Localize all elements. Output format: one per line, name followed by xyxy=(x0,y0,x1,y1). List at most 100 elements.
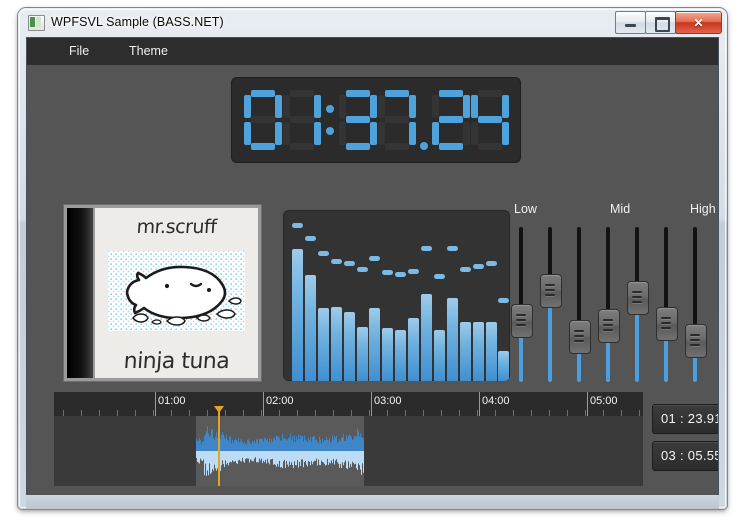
position-spinner[interactable]: 01 : 23.91 xyxy=(652,404,719,434)
waveform-panel[interactable]: 01:00 02:00 03:00 04:00 05:00 xyxy=(54,392,643,486)
spectrum-bar xyxy=(330,307,342,381)
duration-spinner[interactable]: 03 : 05.55 xyxy=(652,441,719,471)
eq-thumb[interactable] xyxy=(511,304,533,338)
spectrum-bar xyxy=(433,330,445,381)
duration-spinner-value: 03 : 05.55 xyxy=(661,448,719,463)
ruler-label: 01:00 xyxy=(158,395,186,407)
window-frame: WPFSVL Sample (BASS.NET) ✕ File Theme mr… xyxy=(18,8,727,509)
spectrum-peak xyxy=(369,256,381,261)
waveform-selection-right xyxy=(364,416,643,486)
timeline-ruler[interactable]: 01:00 02:00 03:00 04:00 05:00 xyxy=(54,392,643,417)
spectrum-peak xyxy=(304,236,316,241)
spectrum-bar xyxy=(459,322,471,381)
album-artist-text: mr.scruff xyxy=(135,216,218,238)
spectrum-peak xyxy=(472,264,484,269)
album-title-text: ninja tuna xyxy=(122,349,231,374)
ruler-label: 05:00 xyxy=(590,395,618,407)
spectrum-peak xyxy=(382,270,394,275)
app-icon xyxy=(28,15,45,31)
position-spinner-value: 01 : 23.91 xyxy=(661,411,719,426)
menu-bar: File Theme xyxy=(27,38,718,65)
spectrum-bar xyxy=(485,322,497,381)
spectrum-bar xyxy=(408,318,420,381)
spectrum-bar xyxy=(498,351,510,381)
clock-decimal-point xyxy=(417,90,431,150)
ruler-label: 04:00 xyxy=(482,395,510,407)
spectrum-bar xyxy=(382,328,394,381)
menu-item-file[interactable]: File xyxy=(57,38,101,65)
spectrum-peak xyxy=(421,246,432,251)
eq-thumb[interactable] xyxy=(569,320,591,354)
eq-label-mid: Mid xyxy=(610,202,631,216)
maximize-button[interactable] xyxy=(645,11,676,34)
spectrum-peak xyxy=(446,246,458,251)
eq-thumb[interactable] xyxy=(540,274,562,308)
eq-slider-6[interactable] xyxy=(656,227,678,382)
status-bar xyxy=(26,495,719,509)
spectrum-peak xyxy=(343,261,355,266)
eq-slider-5[interactable] xyxy=(627,227,649,382)
close-button[interactable]: ✕ xyxy=(675,11,722,34)
spectrum-peak xyxy=(433,274,445,279)
spectrum-peak xyxy=(317,251,329,256)
eq-slider-4[interactable] xyxy=(598,227,620,382)
spectrum-bar xyxy=(292,249,303,381)
eq-thumb[interactable] xyxy=(627,281,649,315)
menu-item-theme[interactable]: Theme xyxy=(117,38,180,65)
spectrum-peak xyxy=(356,267,368,272)
spectrum-bar xyxy=(446,298,458,381)
album-spine xyxy=(67,208,93,378)
spectrum-bar xyxy=(369,308,381,381)
eq-thumb[interactable] xyxy=(598,309,620,343)
eq-label-low: Low xyxy=(514,202,537,216)
digital-clock-display xyxy=(231,77,521,163)
close-icon: ✕ xyxy=(693,15,704,30)
spectrum-bar xyxy=(472,322,484,381)
title-bar[interactable]: WPFSVL Sample (BASS.NET) ✕ xyxy=(18,8,727,37)
spectrum-peak xyxy=(498,298,510,303)
clock-digit-3 xyxy=(338,90,377,150)
spectrum-peak xyxy=(459,267,471,272)
window-controls: ✕ xyxy=(615,11,722,34)
spectrum-bars xyxy=(292,216,510,381)
playhead[interactable] xyxy=(218,406,220,486)
spectrum-peak xyxy=(330,259,342,264)
clock-colon-2 xyxy=(322,90,338,150)
spectrum-peak xyxy=(485,261,497,266)
eq-slider-7[interactable] xyxy=(685,227,707,382)
equalizer-panel: Low Mid High xyxy=(511,202,718,384)
spectrum-peak xyxy=(292,223,303,228)
clock-digit-7 xyxy=(470,90,509,150)
clock-digit-4 xyxy=(377,90,416,150)
eq-thumb[interactable] xyxy=(685,324,707,358)
minimize-button[interactable] xyxy=(615,11,646,34)
spectrum-peak xyxy=(408,269,420,274)
ruler-label: 02:00 xyxy=(266,395,294,407)
eq-slider-2[interactable] xyxy=(540,227,562,382)
window-title: WPFSVL Sample (BASS.NET) xyxy=(51,15,224,29)
spectrum-bar xyxy=(395,330,407,381)
spectrum-peak xyxy=(395,272,407,277)
maximize-icon xyxy=(655,17,670,32)
album-cover: mr.scruff ninja tuna xyxy=(95,208,258,378)
spectrum-bar xyxy=(317,308,329,381)
clock-digit-1 xyxy=(282,90,321,150)
client-area: File Theme mr.scruff ninja tuna Low Mid … xyxy=(26,37,719,501)
spectrum-bar xyxy=(343,312,355,381)
spectrum-bar xyxy=(421,294,432,381)
eq-slider-1[interactable] xyxy=(511,227,533,382)
waveform-display[interactable] xyxy=(54,416,643,486)
spectrum-bar xyxy=(304,275,316,381)
album-illustration xyxy=(105,248,248,334)
spectrum-bar xyxy=(356,327,368,381)
eq-thumb[interactable] xyxy=(656,307,678,341)
clock-digits xyxy=(231,77,521,163)
ruler-label: 03:00 xyxy=(374,395,402,407)
waveform-selection-left xyxy=(54,416,196,486)
tuna-fish-icon xyxy=(108,251,245,331)
album-art-case: mr.scruff ninja tuna xyxy=(64,205,261,381)
eq-label-high: High xyxy=(690,202,716,216)
eq-slider-3[interactable] xyxy=(569,227,591,382)
minimize-icon xyxy=(625,24,636,27)
spectrum-analyzer xyxy=(283,210,510,381)
